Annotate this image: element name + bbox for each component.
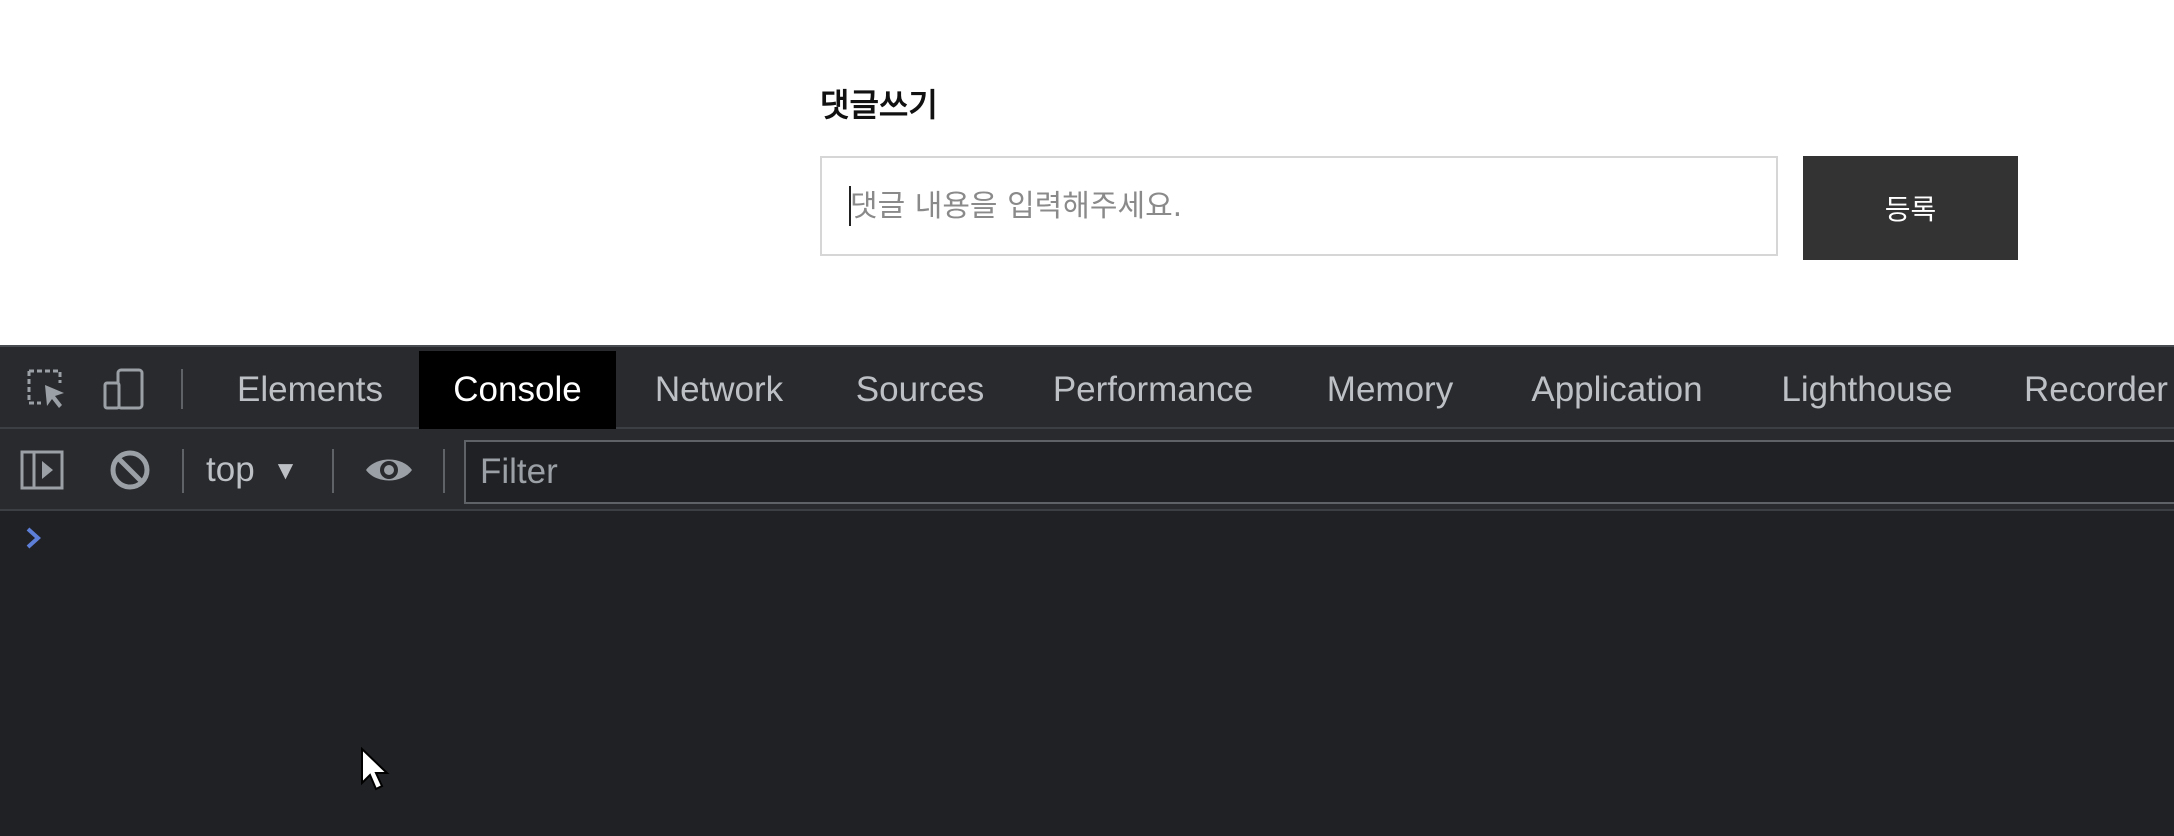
tab-lighthouse[interactable]: Lighthouse bbox=[1764, 351, 1970, 429]
tabbar-separator bbox=[181, 369, 183, 409]
toolbar-separator bbox=[443, 449, 445, 493]
mouse-pointer-icon bbox=[360, 746, 390, 791]
submit-comment-button[interactable]: 등록 bbox=[1803, 156, 2018, 260]
tab-sources[interactable]: Sources bbox=[844, 351, 996, 429]
device-toolbar-icon[interactable] bbox=[102, 367, 146, 411]
devtools-tabbar: Elements Console Network Sources Perform… bbox=[0, 347, 2174, 429]
text-caret bbox=[849, 186, 851, 226]
tab-application[interactable]: Application bbox=[1510, 351, 1724, 429]
console-filter-input[interactable] bbox=[464, 440, 2174, 504]
comment-input[interactable] bbox=[820, 156, 1778, 256]
tab-console[interactable]: Console bbox=[419, 351, 616, 429]
tab-memory[interactable]: Memory bbox=[1310, 351, 1470, 429]
context-value: top bbox=[206, 450, 255, 489]
tab-elements[interactable]: Elements bbox=[220, 351, 400, 429]
inspect-element-icon[interactable] bbox=[24, 367, 68, 411]
tab-network[interactable]: Network bbox=[634, 351, 804, 429]
clear-console-icon[interactable] bbox=[108, 448, 152, 492]
web-page: 댓글쓰기 등록 bbox=[0, 0, 2174, 345]
devtools-panel: Elements Console Network Sources Perform… bbox=[0, 345, 2174, 836]
toolbar-separator bbox=[182, 449, 184, 493]
tab-performance[interactable]: Performance bbox=[1036, 351, 1270, 429]
context-selector[interactable]: top ▼ bbox=[206, 441, 298, 499]
show-sidebar-icon[interactable] bbox=[20, 448, 64, 492]
comment-section-title: 댓글쓰기 bbox=[820, 86, 938, 124]
toolbar-separator bbox=[332, 449, 334, 493]
dropdown-arrow-icon: ▼ bbox=[272, 454, 299, 485]
prompt-chevron-icon bbox=[22, 523, 46, 553]
eye-icon[interactable] bbox=[364, 448, 414, 492]
tab-recorder[interactable]: Recorder bbox=[2010, 351, 2174, 429]
console-output[interactable] bbox=[0, 513, 2174, 836]
